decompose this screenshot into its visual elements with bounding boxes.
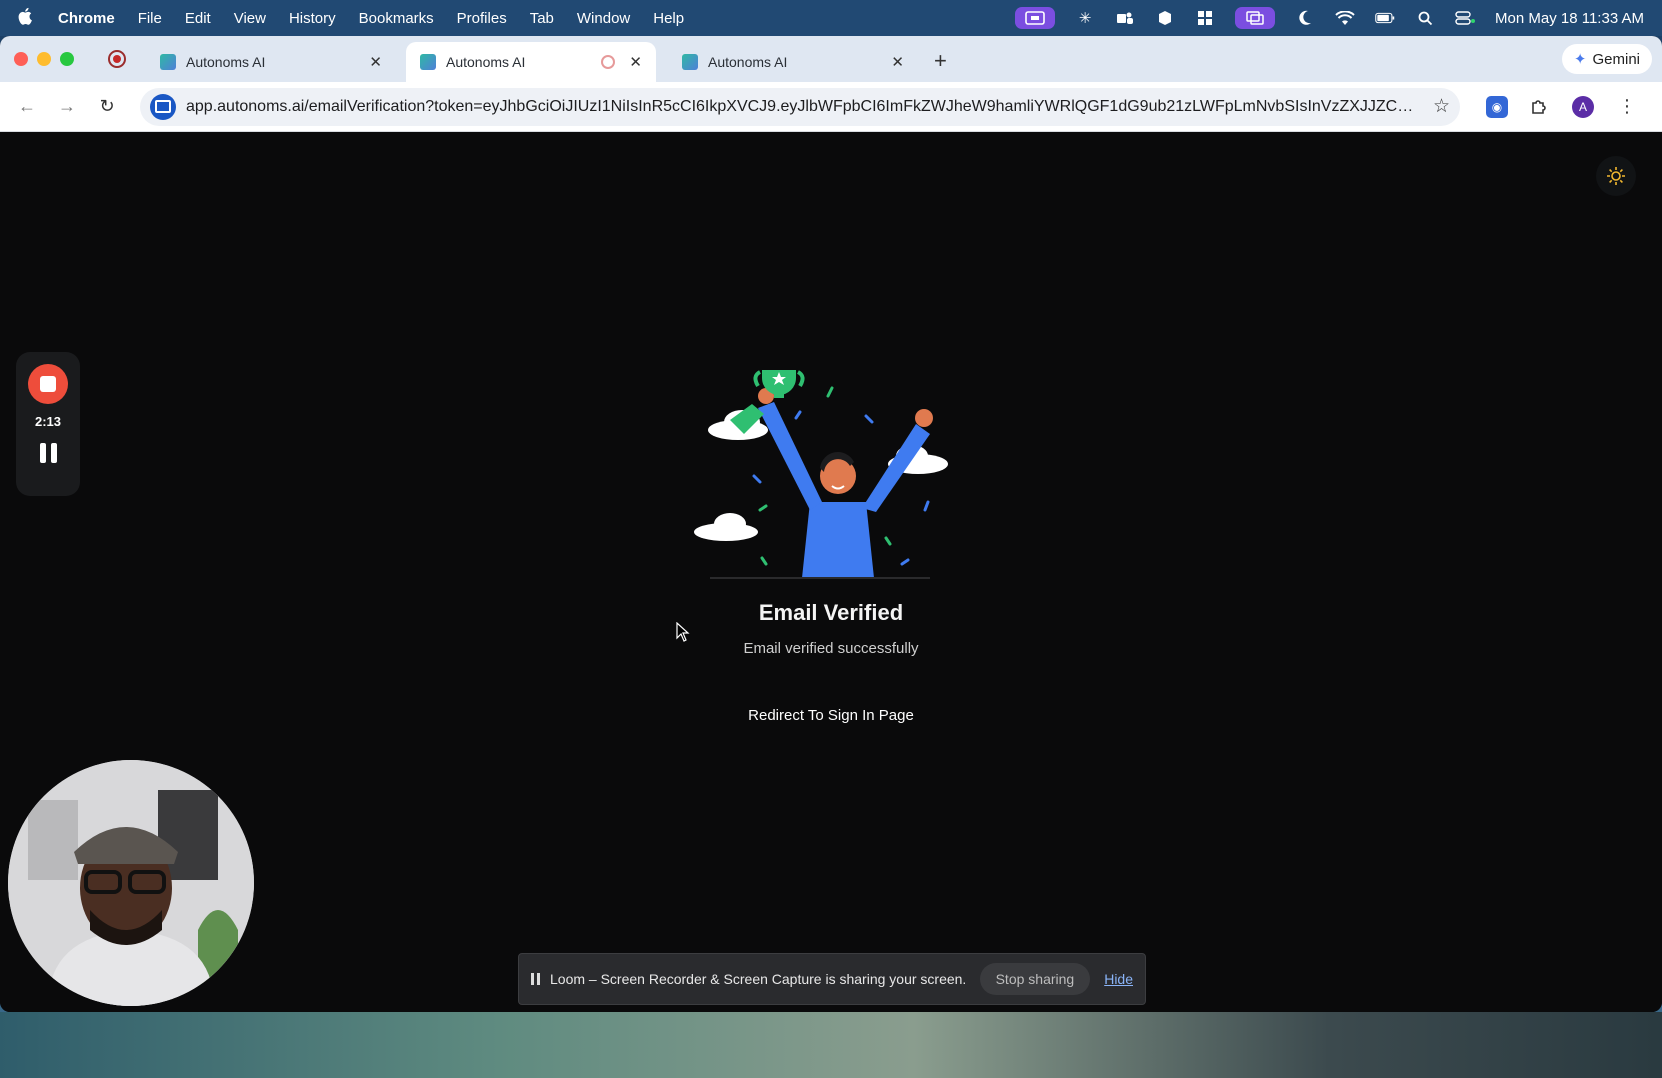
tab-close-icon[interactable]: ✕ bbox=[629, 53, 642, 71]
page-title: Email Verified bbox=[758, 600, 904, 625]
gemini-label: Gemini bbox=[1592, 50, 1640, 68]
close-window-button[interactable] bbox=[14, 52, 28, 66]
autonoms-favicon-icon bbox=[420, 54, 436, 70]
spotlight-search-icon[interactable] bbox=[1415, 10, 1435, 26]
menu-view[interactable]: View bbox=[234, 10, 266, 27]
tab-autonoms-3[interactable]: Autonoms AI ✕ bbox=[668, 42, 918, 82]
new-tab-plus-icon[interactable]: + bbox=[934, 48, 947, 74]
sparkle-icon[interactable]: ✳ bbox=[1075, 10, 1095, 27]
menu-window[interactable]: Window bbox=[577, 10, 630, 27]
wifi-icon[interactable] bbox=[1335, 10, 1355, 26]
tab-close-icon[interactable]: ✕ bbox=[891, 53, 904, 71]
success-message: Email verified successfully bbox=[743, 640, 919, 657]
mouse-pointer-icon bbox=[676, 622, 690, 642]
theme-toggle-sun-icon[interactable] bbox=[1596, 156, 1636, 196]
menubar-clock[interactable]: Mon May 18 11:33 AM bbox=[1495, 10, 1644, 27]
forward-arrow-icon[interactable]: → bbox=[54, 96, 80, 117]
browser-toolbar: ← → ↻ app.autonoms.ai/emailVerification?… bbox=[0, 82, 1662, 132]
person-body bbox=[802, 502, 874, 578]
webcam-bubble[interactable] bbox=[8, 760, 254, 1006]
loom-recorder-controls: 2:13 bbox=[16, 352, 80, 496]
redirect-sign-in-button[interactable]: Redirect To Sign In Page bbox=[731, 698, 931, 732]
battery-icon[interactable] bbox=[1375, 10, 1395, 26]
menu-bookmarks[interactable]: Bookmarks bbox=[359, 10, 434, 27]
reload-icon[interactable]: ↻ bbox=[94, 96, 120, 117]
tab-strip: Autonoms AI ✕ Autonoms AI ✕ Autonoms AI … bbox=[0, 36, 1662, 82]
desktop-wallpaper bbox=[0, 1012, 1662, 1078]
menu-profiles[interactable]: Profiles bbox=[457, 10, 507, 27]
menu-history[interactable]: History bbox=[289, 10, 336, 27]
loom-stop-recording-button[interactable] bbox=[28, 364, 68, 404]
menu-edit[interactable]: Edit bbox=[185, 10, 211, 27]
menu-file[interactable]: File bbox=[138, 10, 162, 27]
loom-pause-icon[interactable] bbox=[39, 443, 57, 463]
menu-help[interactable]: Help bbox=[653, 10, 684, 27]
profile-avatar[interactable]: A bbox=[1572, 95, 1594, 118]
grid-icon[interactable] bbox=[1195, 10, 1215, 26]
gemini-button[interactable]: ✦ Gemini bbox=[1561, 44, 1652, 74]
minimize-window-button[interactable] bbox=[37, 52, 51, 66]
screen-sharing-bar: Loom – Screen Recorder & Screen Capture … bbox=[518, 953, 1146, 1005]
tab-autonoms-1[interactable]: Autonoms AI ✕ bbox=[146, 42, 396, 82]
address-bar[interactable]: app.autonoms.ai/emailVerification?token=… bbox=[140, 87, 1460, 126]
extensions-puzzle-icon[interactable] bbox=[1528, 96, 1550, 118]
kebab-menu-icon[interactable]: ⋮ bbox=[1616, 96, 1638, 118]
tab-close-icon[interactable]: ✕ bbox=[369, 53, 382, 71]
box-icon[interactable] bbox=[1155, 10, 1175, 26]
sharing-pause-icon bbox=[531, 973, 540, 985]
stop-sharing-button[interactable]: Stop sharing bbox=[979, 963, 1091, 995]
loom-recording-timer: 2:13 bbox=[34, 414, 62, 429]
autonoms-favicon-icon bbox=[160, 54, 176, 70]
loom-extension-icon[interactable]: ◉ bbox=[1486, 95, 1508, 118]
moon-icon[interactable] bbox=[1295, 10, 1315, 26]
macos-menubar: Chrome File Edit View History Bookmarks … bbox=[0, 0, 1662, 36]
person-left-arm bbox=[758, 402, 822, 510]
back-arrow-icon[interactable]: ← bbox=[14, 96, 40, 117]
hide-sharing-bar-link[interactable]: Hide bbox=[1104, 971, 1133, 987]
control-center-icon[interactable] bbox=[1455, 10, 1476, 26]
tab-title: Autonoms AI bbox=[446, 54, 526, 70]
autonoms-favicon-icon bbox=[682, 54, 698, 70]
bookmark-star-icon[interactable]: ☆ bbox=[1433, 95, 1450, 118]
url-text[interactable]: app.autonoms.ai/emailVerification?token=… bbox=[186, 98, 1417, 116]
menu-tab[interactable]: Tab bbox=[530, 10, 554, 27]
sharing-message: Loom – Screen Recorder & Screen Capture … bbox=[550, 971, 967, 987]
gemini-spark-icon: ✦ bbox=[1573, 51, 1587, 68]
recording-indicator-icon[interactable] bbox=[108, 50, 126, 68]
screen-capture-site-icon[interactable] bbox=[150, 93, 176, 120]
webcam-presenter-image bbox=[8, 760, 254, 1006]
window-controls bbox=[14, 52, 74, 66]
teams-icon[interactable] bbox=[1115, 10, 1135, 26]
screen-mirror-icon[interactable] bbox=[1235, 7, 1276, 29]
menubar-status-area: ✳ Mon May 18 11:33 AM bbox=[1015, 7, 1644, 29]
tab-title: Autonoms AI bbox=[708, 54, 788, 70]
apple-icon[interactable] bbox=[18, 7, 36, 30]
success-celebration-illustration bbox=[694, 370, 948, 579]
menu-app-chrome[interactable]: Chrome bbox=[58, 10, 115, 27]
zoom-window-button[interactable] bbox=[60, 52, 74, 66]
tab-title: Autonoms AI bbox=[186, 54, 266, 70]
tab-recording-icon bbox=[601, 55, 616, 69]
screen-share-status-icon[interactable] bbox=[1015, 7, 1056, 29]
tab-autonoms-2-active[interactable]: Autonoms AI ✕ bbox=[406, 42, 656, 82]
